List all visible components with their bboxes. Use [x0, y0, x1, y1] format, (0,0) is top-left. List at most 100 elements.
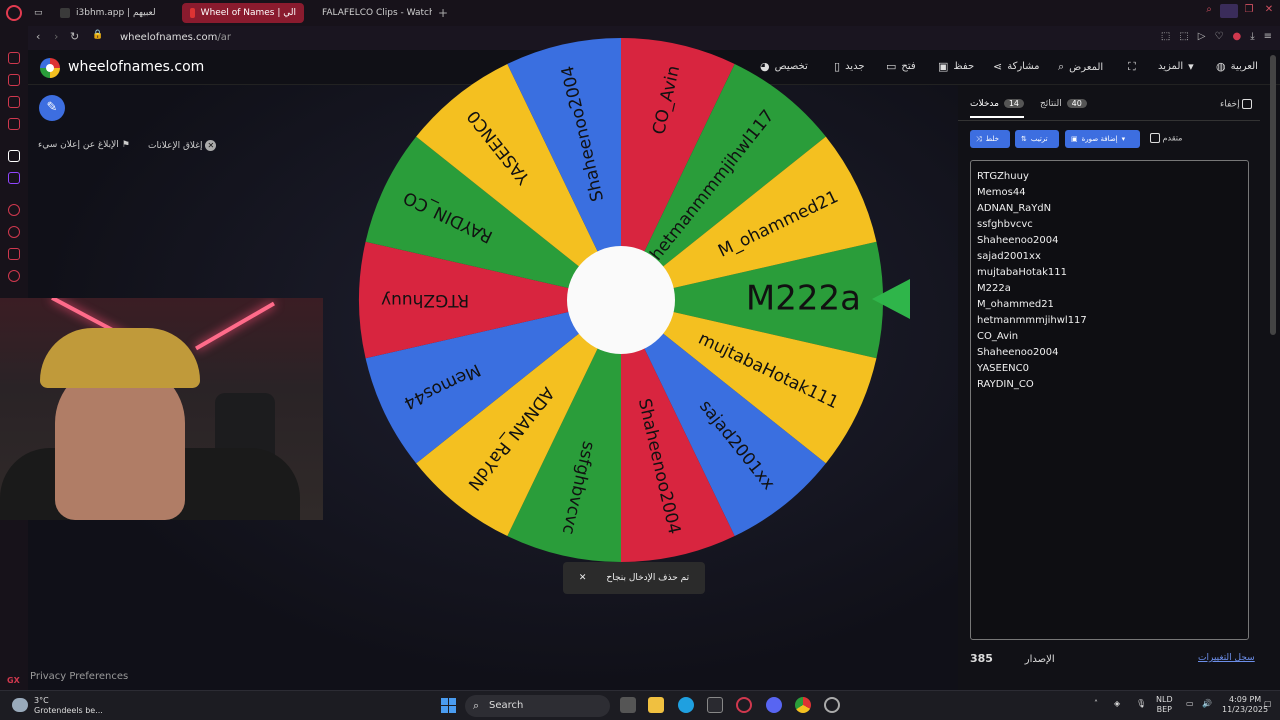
- sidebar-gmail-icon[interactable]: [8, 118, 20, 130]
- file-explorer-icon[interactable]: [648, 697, 664, 713]
- notification-icon[interactable]: ▢: [1264, 699, 1272, 709]
- play-icon[interactable]: ▷: [1198, 31, 1206, 42]
- maximize-button[interactable]: ❐: [1242, 4, 1256, 18]
- tab-results[interactable]: النتائج 40: [1040, 99, 1087, 109]
- bookmark-icon[interactable]: ⬚: [1161, 31, 1170, 42]
- back-icon[interactable]: ‹: [36, 30, 40, 43]
- entry-line[interactable]: Memos44: [977, 185, 1242, 201]
- sidebar-messenger-icon[interactable]: [8, 74, 20, 86]
- fullscreen-button[interactable]: ⛶: [1128, 60, 1136, 74]
- tab-favicon-icon: [60, 8, 70, 18]
- sidebar-settings-icon[interactable]: [8, 270, 20, 282]
- tray-chevron-icon[interactable]: ˄: [1094, 699, 1098, 709]
- site-name[interactable]: wheelofnames.com: [68, 59, 204, 75]
- windows-start-icon[interactable]: [441, 698, 456, 713]
- sidebar-twitch-icon[interactable]: [8, 172, 20, 184]
- close-ads-link[interactable]: إغلاق الإعلانات ✕: [148, 140, 217, 151]
- wheel-center-hub[interactable]: [567, 246, 675, 354]
- wheel-logo-icon[interactable]: [40, 58, 60, 78]
- share-icon: ⋖: [993, 60, 1003, 73]
- spin-wheel[interactable]: M222a mujtabaHotak111 sajad2001xx Shaheenoo…: [357, 36, 885, 564]
- entry-line[interactable]: hetmanmmmjihwl117: [977, 313, 1242, 329]
- add-image-button[interactable]: ▣ إضافة صورة ▾: [1065, 130, 1140, 148]
- forward-icon[interactable]: ›: [54, 30, 58, 43]
- heart-icon[interactable]: ♡: [1214, 31, 1223, 42]
- entry-line[interactable]: mujtabaHotak111: [977, 265, 1242, 281]
- tab-i3bhm[interactable]: i3bhm.app | لعبيهم: [52, 3, 178, 23]
- network-icon[interactable]: ▭: [1186, 699, 1194, 709]
- tray-app-icon[interactable]: ◈: [1114, 699, 1120, 709]
- share-button[interactable]: ⋖ مشاركة: [993, 60, 1040, 73]
- sidebar-instagram-icon[interactable]: [8, 96, 20, 108]
- tab-falafelco[interactable]: FALAFELCO Clips - Watch: [308, 3, 432, 23]
- toast-close-button[interactable]: ✕: [579, 573, 587, 583]
- wheel-svg[interactable]: M222amujtabaHotak111sajad2001xxShaheenoo…: [357, 36, 885, 564]
- advanced-checkbox[interactable]: متقدم: [1150, 133, 1182, 143]
- sidebar-player-icon[interactable]: [8, 204, 20, 216]
- volume-icon[interactable]: 🔊: [1202, 699, 1212, 709]
- tab-wheel-of-names[interactable]: Wheel of Names | الي: [182, 3, 304, 23]
- entry-line[interactable]: ssfghbvcvc: [977, 217, 1242, 233]
- entry-line[interactable]: ADNAN_RaYdN: [977, 201, 1242, 217]
- sidebar-extensions-icon[interactable]: [8, 248, 20, 260]
- discord-icon[interactable]: [766, 697, 782, 713]
- sort-icon: ⇅: [1021, 135, 1027, 143]
- edit-pencil-button[interactable]: ✎: [39, 95, 65, 121]
- sidebar-ai-icon[interactable]: [8, 52, 20, 64]
- entry-line[interactable]: Shaheenoo2004: [977, 345, 1242, 361]
- obs-icon[interactable]: [824, 697, 840, 713]
- page-scrollbar[interactable]: [1270, 55, 1276, 335]
- new-tab-plus-icon[interactable]: +: [438, 6, 448, 20]
- search-tabs-icon[interactable]: ⌕: [1202, 4, 1216, 18]
- chrome-icon[interactable]: [795, 697, 811, 713]
- close-window-button[interactable]: ✕: [1262, 4, 1276, 18]
- privacy-preferences-link[interactable]: Privacy Preferences: [30, 671, 128, 682]
- sidebar-history-icon[interactable]: [8, 226, 20, 238]
- entry-line[interactable]: RAYDIN_CO: [977, 377, 1242, 393]
- gallery-button[interactable]: ⌕ المعرض: [1058, 60, 1103, 74]
- wheel-pointer-icon: [872, 279, 910, 319]
- entries-textarea[interactable]: RTGZhuuy Memos44 ADNAN_RaYdN ssfghbvcvc Shah…: [970, 160, 1249, 640]
- search-icon: ⌕: [473, 699, 480, 712]
- tab-manager-icon[interactable]: ▭: [34, 3, 48, 23]
- browser-tab-bar: ▭ i3bhm.app | لعبيهم Wheel of Names | ال…: [0, 0, 1280, 26]
- open-button[interactable]: ▭ فتح: [886, 60, 916, 73]
- report-ad-link[interactable]: الإبلاغ عن إعلان سيء ⚑: [38, 140, 130, 150]
- url-field[interactable]: wheelofnames.com/ar: [120, 32, 231, 43]
- entry-line[interactable]: RTGZhuuy: [977, 169, 1242, 185]
- store-icon[interactable]: [707, 697, 723, 713]
- shuffle-button[interactable]: ⤨ خلط: [970, 130, 1010, 148]
- microphone-icon[interactable]: 🎙: [1136, 699, 1146, 709]
- download-icon[interactable]: ⤓: [1250, 31, 1254, 42]
- opera-logo-icon[interactable]: [6, 5, 22, 21]
- entry-line[interactable]: YASEENC0: [977, 361, 1242, 377]
- weather-widget[interactable]: 3°C Grotendeels be...: [12, 696, 103, 716]
- language-dropdown[interactable]: ◍ العربية: [1216, 60, 1258, 73]
- entry-line[interactable]: Shaheenoo2004: [977, 233, 1242, 249]
- task-view-icon[interactable]: [620, 697, 636, 713]
- menu-icon[interactable]: ≡: [1264, 31, 1272, 42]
- clock[interactable]: 4:09 PM 11/23/2025: [1222, 695, 1268, 715]
- opera-gx-taskbar-icon[interactable]: [736, 697, 752, 713]
- entry-line[interactable]: M222a: [977, 281, 1242, 297]
- wheel-segment-label: RTGZhuuy: [381, 290, 469, 310]
- changelog-link[interactable]: سجل التغييرات: [1198, 653, 1255, 663]
- more-dropdown[interactable]: المزيد ▾: [1158, 60, 1194, 73]
- tab-entries[interactable]: مدخلات 14: [970, 99, 1025, 118]
- minimize-button[interactable]: [1220, 4, 1238, 18]
- browser-toolbar-icons: ⬚ ⬚ ▷ ♡ ● ⤓ ≡: [1161, 31, 1272, 42]
- sidebar-kick-icon[interactable]: [8, 150, 20, 162]
- language-indicator[interactable]: NLD BEP: [1156, 695, 1173, 715]
- folder-icon: ▭: [886, 60, 897, 73]
- edge-icon[interactable]: [678, 697, 694, 713]
- sort-button[interactable]: ⇅ ترتيب: [1015, 130, 1059, 148]
- save-button[interactable]: ▣ حفظ: [938, 60, 974, 73]
- entry-line[interactable]: M_ohammed21: [977, 297, 1242, 313]
- reload-icon[interactable]: ↻: [70, 30, 79, 43]
- entry-line[interactable]: CO_Avin: [977, 329, 1242, 345]
- snapshot-icon[interactable]: ⬚: [1179, 31, 1188, 42]
- taskbar-search[interactable]: ⌕ Search: [465, 695, 610, 717]
- profile-icon[interactable]: ●: [1232, 31, 1241, 42]
- hide-checkbox[interactable]: إخفاء: [1220, 99, 1253, 110]
- entry-line[interactable]: sajad2001xx: [977, 249, 1242, 265]
